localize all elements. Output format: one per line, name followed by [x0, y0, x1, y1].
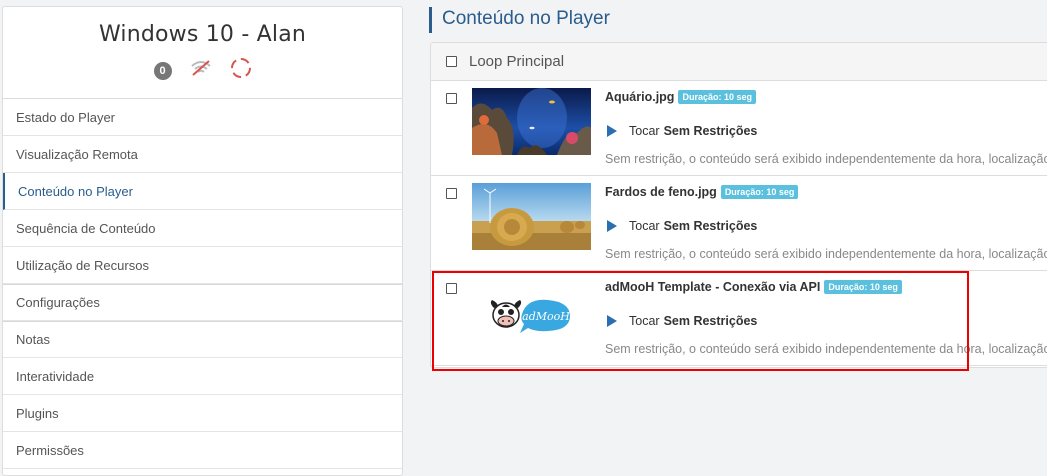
player-sidebar: Windows 10 - Alan 0 Estado do Player Vis…: [2, 6, 403, 476]
duration-badge: Duração: 10 seg: [720, 185, 799, 199]
content-row: Aquário.jpg Duração: 10 seg Tocar Sem Re…: [431, 81, 1047, 176]
play-icon: [607, 315, 617, 327]
svg-text:adMooH: adMooH: [522, 310, 570, 323]
duration-badge: Duração: 10 seg: [678, 90, 756, 104]
restriction-description: Sem restrição, o conteúdo será exibido i…: [605, 342, 1047, 356]
menu-item-estado[interactable]: Estado do Player: [3, 99, 402, 136]
restriction-description: Sem restrição, o conteúdo será exibido i…: [605, 247, 1047, 261]
content-title: Fardos de feno.jpg: [605, 185, 717, 199]
restriction-label: Sem Restrições: [663, 124, 758, 138]
play-restriction[interactable]: Tocar Sem Restrições: [607, 219, 757, 233]
content-row: Fardos de feno.jpg Duração: 10 seg Tocar…: [431, 176, 1047, 271]
play-label: Tocar: [629, 314, 660, 328]
loop-title: Loop Principal: [469, 53, 565, 70]
menu-item-configuracoes[interactable]: Configurações: [3, 284, 402, 321]
row-checkbox[interactable]: [446, 93, 457, 104]
play-label: Tocar: [629, 124, 660, 138]
play-restriction[interactable]: Tocar Sem Restrições: [607, 314, 757, 328]
restriction-label: Sem Restrições: [663, 219, 758, 233]
restriction-label: Sem Restrições: [663, 314, 758, 328]
duration-badge: Duração: 10 seg: [824, 280, 902, 294]
menu-item-plugins[interactable]: Plugins: [3, 395, 402, 432]
content-panel: Loop Principal Aquário.jpg Duração: 10 s…: [430, 42, 1047, 368]
thumbnail-aquarium: [472, 88, 591, 155]
menu-item-permissoes[interactable]: Permissões: [3, 432, 402, 469]
row-checkbox[interactable]: [446, 188, 457, 199]
page-title: Conteúdo no Player: [429, 7, 610, 33]
play-icon: [607, 220, 617, 232]
content-title: Aquário.jpg: [605, 90, 675, 104]
row-checkbox[interactable]: [446, 283, 457, 294]
menu-item-sequencia[interactable]: Sequência de Conteúdo: [3, 210, 402, 247]
content-title: adMooH Template - Conexão via API: [605, 280, 821, 294]
player-header: Windows 10 - Alan 0: [3, 7, 402, 99]
play-restriction[interactable]: Tocar Sem Restrições: [607, 124, 757, 138]
content-row: adMooH adMooH Template - Conexão via API…: [431, 271, 1047, 366]
menu-item-notas[interactable]: Notas: [3, 321, 402, 358]
content-name: adMooH Template - Conexão via API Duraçã…: [605, 280, 902, 294]
target-icon: [230, 57, 252, 84]
thumbnail-admooh-logo: adMooH: [472, 278, 591, 345]
play-icon: [607, 125, 617, 137]
restriction-description: Sem restrição, o conteúdo será exibido i…: [605, 152, 1047, 166]
content-name: Fardos de feno.jpg Duração: 10 seg: [605, 185, 799, 199]
menu-item-recursos[interactable]: Utilização de Recursos: [3, 247, 402, 284]
thumbnail-hay-bales: [472, 183, 591, 250]
loop-header: Loop Principal: [431, 43, 1047, 81]
wifi-off-icon: [190, 59, 212, 82]
status-icons: 0: [3, 57, 402, 84]
loop-select-checkbox[interactable]: [446, 56, 457, 67]
play-label: Tocar: [629, 219, 660, 233]
menu-item-interatividade[interactable]: Interatividade: [3, 358, 402, 395]
menu-item-conteudo[interactable]: Conteúdo no Player: [3, 173, 402, 210]
player-title: Windows 10 - Alan: [98, 22, 307, 47]
menu-item-visualizacao[interactable]: Visualização Remota: [3, 136, 402, 173]
content-name: Aquário.jpg Duração: 10 seg: [605, 90, 756, 104]
count-badge: 0: [153, 61, 172, 80]
